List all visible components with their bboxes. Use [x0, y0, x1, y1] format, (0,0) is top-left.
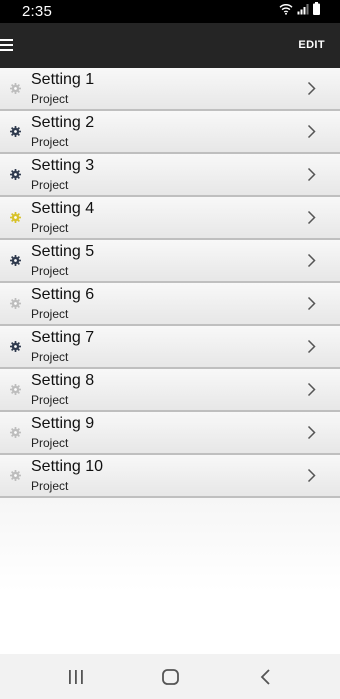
back-icon[interactable]: [258, 666, 274, 688]
setting-title: Setting 2: [31, 114, 95, 131]
setting-subtitle: Project: [31, 221, 69, 235]
setting-subtitle: Project: [31, 350, 69, 364]
gear-icon: [10, 298, 21, 309]
recent-apps-icon[interactable]: [67, 666, 85, 688]
setting-subtitle: Project: [31, 92, 69, 106]
setting-subtitle: Project: [31, 307, 69, 321]
gear-icon: [10, 126, 21, 137]
chevron-right-icon: [307, 382, 316, 397]
status-bar: 2:35: [0, 0, 340, 23]
setting-title: Setting 4: [31, 200, 95, 217]
setting-title: Setting 9: [31, 415, 95, 432]
status-icons: [275, 2, 320, 20]
setting-title: Setting 1: [31, 71, 95, 88]
list-item[interactable]: Setting 4 Project: [0, 197, 340, 240]
list-item[interactable]: Setting 1 Project: [0, 68, 340, 111]
chevron-right-icon: [307, 339, 316, 354]
gear-icon: [10, 384, 21, 395]
status-time: 2:35: [22, 3, 52, 20]
gear-icon: [10, 427, 21, 438]
gear-icon: [10, 169, 21, 180]
list-item[interactable]: Setting 8 Project: [0, 369, 340, 412]
chevron-right-icon: [307, 425, 316, 440]
settings-list: Setting 1 Project Setting 2 Project Settin…: [0, 68, 340, 498]
chevron-right-icon: [307, 167, 316, 182]
gear-icon: [10, 255, 21, 266]
chevron-right-icon: [307, 296, 316, 311]
setting-subtitle: Project: [31, 178, 69, 192]
list-item[interactable]: Setting 9 Project: [0, 412, 340, 455]
gear-icon: [10, 341, 21, 352]
home-icon[interactable]: [160, 666, 182, 688]
setting-subtitle: Project: [31, 393, 69, 407]
setting-subtitle: Project: [31, 264, 69, 278]
list-item[interactable]: Setting 10 Project: [0, 455, 340, 498]
setting-title: Setting 8: [31, 372, 95, 389]
gear-icon: [10, 470, 21, 481]
gear-icon: [10, 212, 21, 223]
setting-subtitle: Project: [31, 436, 69, 450]
setting-title: Setting 7: [31, 329, 95, 346]
list-item[interactable]: Setting 5 Project: [0, 240, 340, 283]
chevron-right-icon: [307, 124, 316, 139]
setting-title: Setting 6: [31, 286, 95, 303]
chevron-right-icon: [307, 468, 316, 483]
signal-icon: [297, 2, 309, 20]
chevron-right-icon: [307, 210, 316, 225]
empty-area: [0, 498, 340, 654]
setting-subtitle: Project: [31, 135, 69, 149]
setting-title: Setting 3: [31, 157, 95, 174]
list-item[interactable]: Setting 7 Project: [0, 326, 340, 369]
gear-icon: [10, 83, 21, 94]
setting-subtitle: Project: [31, 479, 69, 493]
list-item[interactable]: Setting 3 Project: [0, 154, 340, 197]
chevron-right-icon: [307, 253, 316, 268]
setting-title: Setting 10: [31, 458, 104, 475]
edit-button[interactable]: EDIT: [298, 39, 325, 51]
battery-icon: [313, 2, 320, 20]
menu-icon[interactable]: [0, 36, 16, 54]
wifi-icon: [279, 2, 293, 20]
list-item[interactable]: Setting 2 Project: [0, 111, 340, 154]
setting-title: Setting 5: [31, 243, 95, 260]
list-item[interactable]: Setting 6 Project: [0, 283, 340, 326]
app-bar: EDIT: [0, 23, 340, 68]
navigation-bar: [0, 654, 340, 699]
chevron-right-icon: [307, 81, 316, 96]
